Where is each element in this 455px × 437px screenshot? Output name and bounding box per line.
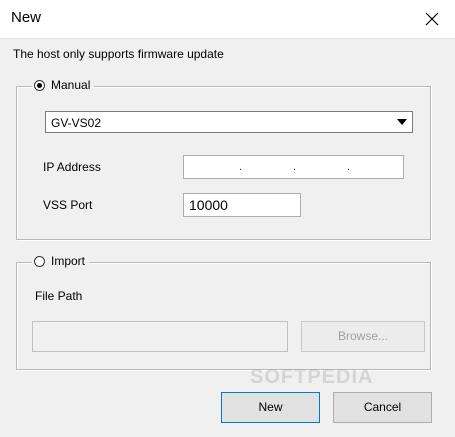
- new-button-label: New: [258, 400, 283, 414]
- cancel-button-label: Cancel: [363, 400, 402, 414]
- ip-address-label: IP Address: [43, 160, 101, 174]
- browse-button: Browse...: [301, 321, 425, 352]
- import-groupbox: [16, 262, 431, 370]
- manual-radio[interactable]: Manual: [32, 78, 95, 92]
- browse-button-label: Browse...: [337, 329, 388, 343]
- ip-separator: .: [347, 161, 351, 173]
- chevron-down-icon[interactable]: [393, 113, 411, 131]
- model-dropdown[interactable]: GV-VS02: [45, 111, 413, 133]
- import-radio[interactable]: Import: [32, 254, 90, 268]
- vss-port-label: VSS Port: [43, 198, 93, 212]
- ip-address-field[interactable]: . . .: [183, 155, 404, 179]
- radio-button-selected[interactable]: [34, 79, 45, 91]
- vss-port-field[interactable]: 10000: [183, 193, 301, 217]
- window-title: New: [11, 9, 42, 26]
- new-button[interactable]: New: [221, 392, 320, 423]
- file-path-field: [32, 321, 288, 352]
- manual-radio-label: Manual: [51, 78, 91, 92]
- file-path-label: File Path: [35, 289, 83, 303]
- close-icon: [425, 12, 439, 26]
- import-radio-label: Import: [51, 254, 86, 268]
- ip-separator: .: [293, 161, 297, 173]
- ip-separator: .: [239, 161, 243, 173]
- close-button[interactable]: [409, 0, 455, 38]
- vss-port-value: 10000: [189, 197, 228, 213]
- watermark: SOFTPEDIA: [250, 366, 374, 388]
- model-dropdown-value: GV-VS02: [51, 116, 102, 130]
- cancel-button[interactable]: Cancel: [333, 392, 432, 423]
- radio-button-unselected[interactable]: [34, 255, 45, 267]
- info-message: The host only supports firmware update: [13, 47, 224, 61]
- title-bar: New: [0, 0, 455, 39]
